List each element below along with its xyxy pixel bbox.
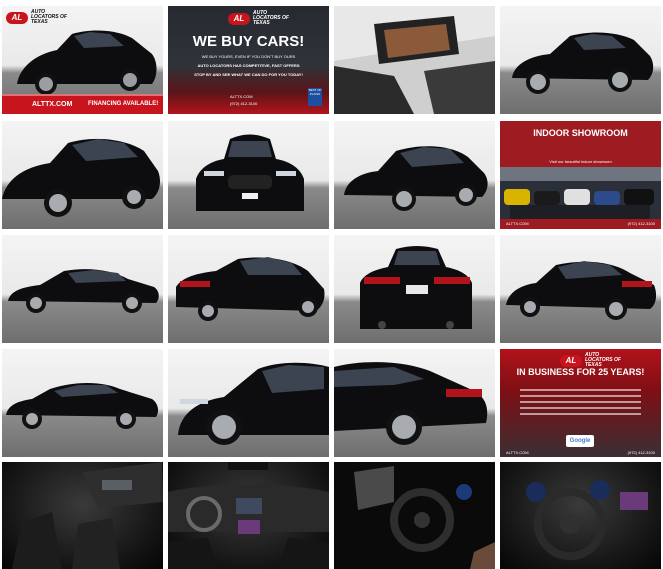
- logo-mark-icon: AL: [6, 11, 28, 24]
- gallery-photo-front-three-quarter-left[interactable]: [334, 121, 495, 229]
- gallery-promo-25-years[interactable]: AL AUTO LOCATORS OF TEXAS IN BUSINESS FO…: [500, 349, 661, 457]
- google-badge: Google: [566, 435, 594, 447]
- logo-mark-icon: AL: [228, 12, 250, 25]
- photo-gallery: AL AUTO LOCATORS OF TEXAS ALTTX.COM FINA…: [0, 0, 663, 569]
- promo-body-text: [520, 385, 641, 431]
- auto-locators-logo: AL AUTO LOCATORS OF TEXAS: [228, 11, 293, 26]
- gallery-photo-rear-three-quarter-left[interactable]: [168, 235, 329, 343]
- site-url: ALTTX.COM: [506, 221, 529, 226]
- gallery-photo-front-straight[interactable]: [168, 121, 329, 229]
- best-of-badge: BEST OF PLANO: [308, 88, 322, 106]
- gallery-photo-cockpit-view[interactable]: [500, 462, 661, 569]
- promo-line-1: WE BUY YOURS, EVEN IF YOU DON'T BUY OURS: [201, 54, 296, 59]
- gallery-promo-indoor-showroom[interactable]: INDOOR SHOWROOM Visit our beautiful indo…: [500, 121, 661, 229]
- logo-name: AUTO LOCATORS OF TEXAS: [31, 9, 67, 25]
- gallery-photo-rear-straight[interactable]: [334, 235, 495, 343]
- promo-headline: WE BUY CARS!: [192, 33, 305, 50]
- logo-name: AUTO LOCATORS OF TEXAS: [585, 352, 621, 368]
- promo-line-3: STOP BY AND SEE WHAT WE CAN DO FOR YOU T…: [194, 72, 303, 77]
- phone-number: (972) 412-3100: [627, 450, 655, 455]
- gallery-photo-side-profile-right[interactable]: [2, 349, 163, 457]
- gallery-photo-front-seats[interactable]: [2, 462, 163, 569]
- phone-number: (972) 412-3100: [627, 221, 655, 226]
- auto-locators-logo: AL AUTO LOCATORS OF TEXAS: [560, 353, 625, 368]
- promo-subline: Visit our beautiful indoor showroom: [549, 159, 612, 164]
- gallery-photo-front-three-quarter-branded[interactable]: AL AUTO LOCATORS OF TEXAS ALTTX.COM FINA…: [2, 6, 163, 114]
- site-url: ALTTX.COM: [230, 94, 253, 99]
- gallery-photo-front-low-angle[interactable]: [2, 121, 163, 229]
- auto-locators-logo: AL AUTO LOCATORS OF TEXAS: [6, 10, 71, 25]
- promo-headline: IN BUSINESS FOR 25 YEARS!: [516, 367, 645, 377]
- logo-mark-icon: AL: [560, 354, 582, 367]
- gallery-photo-rear-detail[interactable]: [334, 349, 495, 457]
- site-url: ALTTX.COM: [32, 101, 73, 108]
- gallery-photo-steering-wheel[interactable]: [334, 462, 495, 569]
- financing-text: FINANCING AVAILABLE!: [88, 101, 159, 107]
- phone-number: (972) 412-3100: [230, 101, 258, 106]
- logo-name: AUTO LOCATORS OF TEXAS: [253, 10, 289, 26]
- gallery-photo-front-detail[interactable]: [168, 349, 329, 457]
- gallery-photo-side-profile-left[interactable]: [2, 235, 163, 343]
- gallery-photo-dashboard[interactable]: [168, 462, 329, 569]
- promo-line-2: AUTO LOCATORS HAS COMPETITIVE, FAST OFFE…: [197, 63, 300, 68]
- promo-headline: INDOOR SHOWROOM: [533, 128, 628, 138]
- site-url: ALTTX.COM: [506, 450, 529, 455]
- gallery-photo-front-side[interactable]: [500, 6, 661, 114]
- gallery-photo-sunroof-interior[interactable]: [334, 6, 495, 114]
- gallery-promo-we-buy-cars[interactable]: AL AUTO LOCATORS OF TEXAS WE BUY CARS! W…: [168, 6, 329, 114]
- gallery-photo-rear-three-quarter-right[interactable]: [500, 235, 661, 343]
